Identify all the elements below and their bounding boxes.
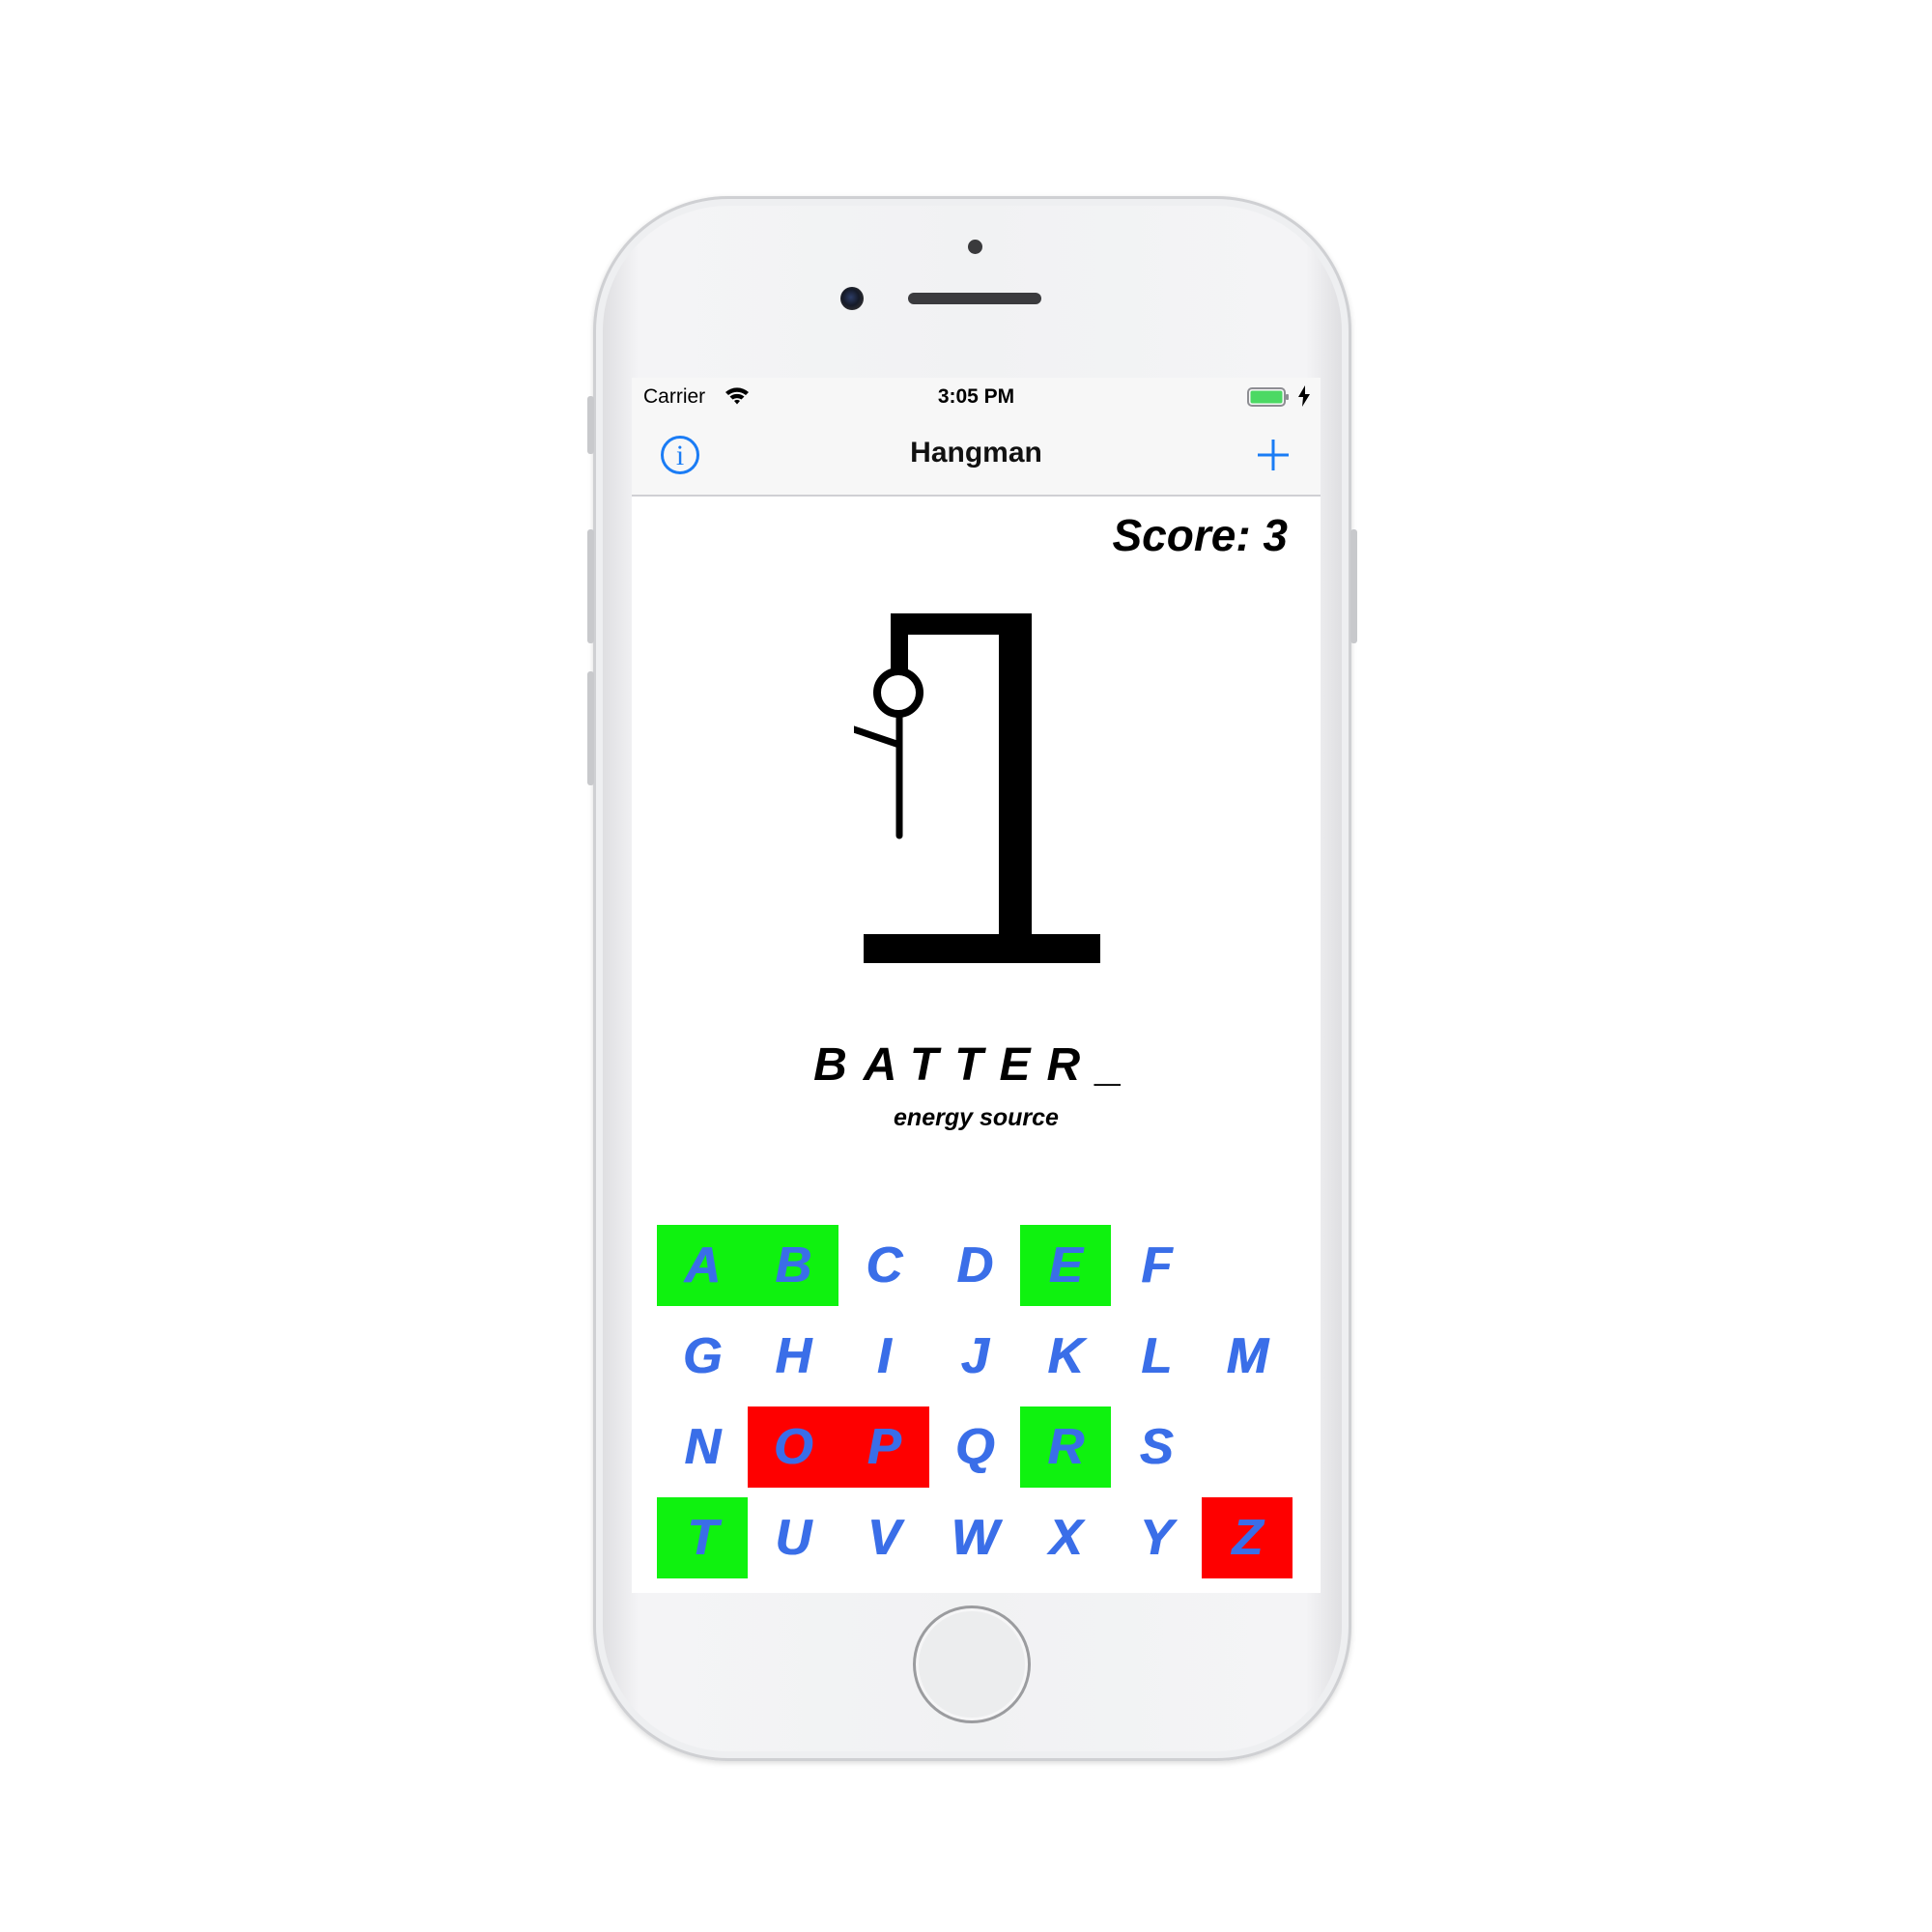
status-bar: Carrier 3:05 PM [632, 378, 1321, 416]
key-b[interactable]: B [748, 1225, 838, 1306]
key-o[interactable]: O [748, 1406, 838, 1488]
key-i[interactable]: I [838, 1316, 929, 1397]
key-q[interactable]: Q [929, 1406, 1020, 1488]
key-v[interactable]: V [838, 1497, 929, 1578]
volume-down-button [587, 671, 594, 785]
page-title: Hangman [910, 437, 1042, 469]
key-p[interactable]: P [838, 1406, 929, 1488]
key-c[interactable]: C [838, 1225, 929, 1306]
key-x[interactable]: X [1020, 1497, 1111, 1578]
key-a[interactable]: A [657, 1225, 748, 1306]
key-j[interactable]: J [929, 1316, 1020, 1397]
key-n[interactable]: N [657, 1406, 748, 1488]
key-z[interactable]: Z [1202, 1497, 1293, 1578]
navigation-bar: i Hangman [632, 416, 1321, 497]
key-f[interactable]: F [1111, 1225, 1202, 1306]
key-w[interactable]: W [929, 1497, 1020, 1578]
ringer-switch [587, 396, 594, 454]
key-u[interactable]: U [748, 1497, 838, 1578]
key-s[interactable]: S [1111, 1406, 1202, 1488]
proximity-sensor [968, 240, 982, 254]
key-m[interactable]: M [1202, 1316, 1293, 1397]
hangman-drawing [854, 613, 1100, 963]
hangman-figure [854, 668, 923, 839]
battery-icon [1247, 387, 1289, 407]
power-button [1350, 529, 1357, 643]
key-d[interactable]: D [929, 1225, 1020, 1306]
score-label: Score: 3 [1112, 510, 1288, 560]
key-t[interactable]: T [657, 1497, 748, 1578]
earpiece-speaker [908, 293, 1041, 304]
plus-icon[interactable] [1256, 438, 1291, 472]
key-e[interactable]: E [1020, 1225, 1111, 1306]
front-camera [840, 287, 864, 310]
screen: Carrier 3:05 PM i Hangman Score: 3 BATTE… [632, 378, 1321, 1593]
charging-bolt-icon [1298, 385, 1310, 407]
key-r[interactable]: R [1020, 1406, 1111, 1488]
key-y[interactable]: Y [1111, 1497, 1202, 1578]
volume-up-button [587, 529, 594, 643]
key-l[interactable]: L [1111, 1316, 1202, 1397]
key-g[interactable]: G [657, 1316, 748, 1397]
key-k[interactable]: K [1020, 1316, 1111, 1397]
word-hint: energy source [894, 1104, 1059, 1131]
home-button[interactable] [913, 1605, 1031, 1723]
status-time: 3:05 PM [937, 385, 1015, 408]
word-display: BATTER_ [813, 1039, 1139, 1091]
key-h[interactable]: H [748, 1316, 838, 1397]
